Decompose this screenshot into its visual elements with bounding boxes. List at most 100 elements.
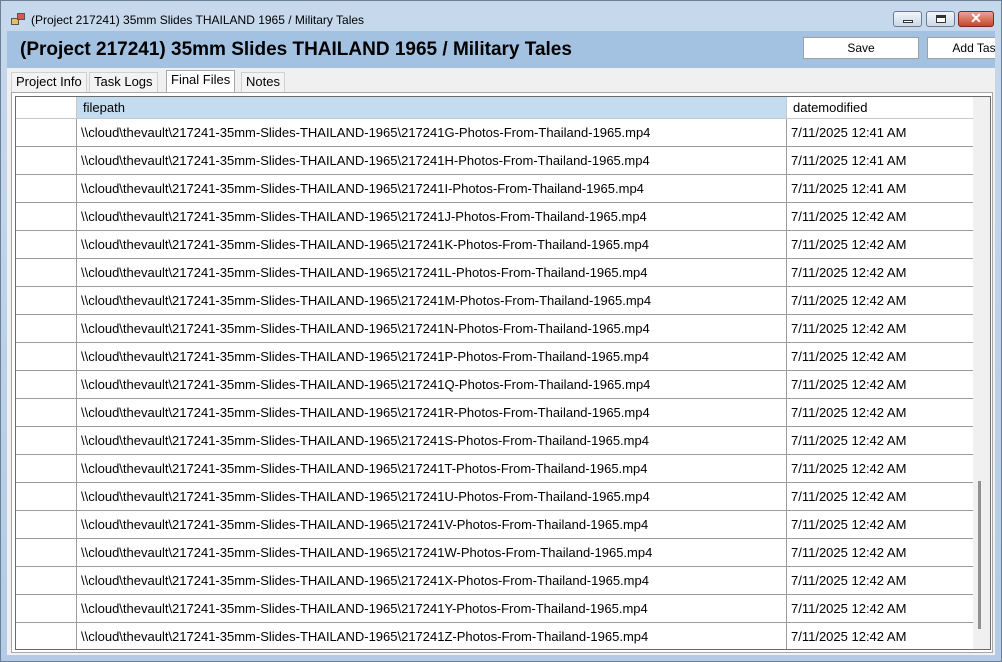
grid-rows: \\cloud\thevault\217241-35mm-Slides-THAI… <box>16 119 974 649</box>
tab-final-files[interactable]: Final Files <box>166 70 236 93</box>
row-header[interactable] <box>16 287 77 315</box>
filepath-cell[interactable]: \\cloud\thevault\217241-35mm-Slides-THAI… <box>77 399 787 427</box>
datemodified-cell[interactable]: 7/11/2025 12:42 AM <box>787 203 974 231</box>
datemodified-cell[interactable]: 7/11/2025 12:42 AM <box>787 427 974 455</box>
datemodified-cell[interactable]: 7/11/2025 12:42 AM <box>787 287 974 315</box>
vertical-scrollbar[interactable] <box>973 97 990 649</box>
row-header[interactable] <box>16 175 77 203</box>
row-header[interactable] <box>16 119 77 147</box>
project-header: (Project 217241) 35mm Slides THAILAND 19… <box>7 31 995 68</box>
filepath-cell[interactable]: \\cloud\thevault\217241-35mm-Slides-THAI… <box>77 539 787 567</box>
close-icon: ✕ <box>970 10 982 26</box>
grid-header: filepath datemodified <box>16 97 974 119</box>
column-header-filepath[interactable]: filepath <box>77 97 787 119</box>
filepath-cell[interactable]: \\cloud\thevault\217241-35mm-Slides-THAI… <box>77 567 787 595</box>
table-row[interactable]: \\cloud\thevault\217241-35mm-Slides-THAI… <box>16 119 974 147</box>
filepath-cell[interactable]: \\cloud\thevault\217241-35mm-Slides-THAI… <box>77 371 787 399</box>
page-title: (Project 217241) 35mm Slides THAILAND 19… <box>20 39 572 60</box>
table-row[interactable]: \\cloud\thevault\217241-35mm-Slides-THAI… <box>16 455 974 483</box>
scrollbar-thumb[interactable] <box>978 481 981 629</box>
row-header[interactable] <box>16 231 77 259</box>
app-icon <box>11 13 25 25</box>
row-header[interactable] <box>16 371 77 399</box>
datemodified-cell[interactable]: 7/11/2025 12:42 AM <box>787 511 974 539</box>
table-row[interactable]: \\cloud\thevault\217241-35mm-Slides-THAI… <box>16 231 974 259</box>
filepath-cell[interactable]: \\cloud\thevault\217241-35mm-Slides-THAI… <box>77 231 787 259</box>
filepath-cell[interactable]: \\cloud\thevault\217241-35mm-Slides-THAI… <box>77 595 787 623</box>
row-header[interactable] <box>16 455 77 483</box>
table-row[interactable]: \\cloud\thevault\217241-35mm-Slides-THAI… <box>16 287 974 315</box>
row-header[interactable] <box>16 399 77 427</box>
minimize-button[interactable] <box>893 11 922 27</box>
datemodified-cell[interactable]: 7/11/2025 12:42 AM <box>787 455 974 483</box>
filepath-cell[interactable]: \\cloud\thevault\217241-35mm-Slides-THAI… <box>77 343 787 371</box>
datemodified-cell[interactable]: 7/11/2025 12:41 AM <box>787 119 974 147</box>
minimize-icon <box>903 20 913 23</box>
row-header[interactable] <box>16 539 77 567</box>
row-header[interactable] <box>16 567 77 595</box>
close-button[interactable]: ✕ <box>958 10 994 27</box>
row-header[interactable] <box>16 343 77 371</box>
row-header[interactable] <box>16 315 77 343</box>
maximize-button[interactable] <box>926 11 955 27</box>
datemodified-cell[interactable]: 7/11/2025 12:42 AM <box>787 231 974 259</box>
datemodified-cell[interactable]: 7/11/2025 12:42 AM <box>787 567 974 595</box>
row-header[interactable] <box>16 595 77 623</box>
filepath-cell[interactable]: \\cloud\thevault\217241-35mm-Slides-THAI… <box>77 455 787 483</box>
table-row[interactable]: \\cloud\thevault\217241-35mm-Slides-THAI… <box>16 315 974 343</box>
datemodified-cell[interactable]: 7/11/2025 12:42 AM <box>787 623 974 649</box>
filepath-cell[interactable]: \\cloud\thevault\217241-35mm-Slides-THAI… <box>77 315 787 343</box>
add-task-button[interactable]: Add Task <box>927 37 995 59</box>
datemodified-cell[interactable]: 7/11/2025 12:41 AM <box>787 147 974 175</box>
filepath-cell[interactable]: \\cloud\thevault\217241-35mm-Slides-THAI… <box>77 623 787 649</box>
table-row[interactable]: \\cloud\thevault\217241-35mm-Slides-THAI… <box>16 175 974 203</box>
filepath-cell[interactable]: \\cloud\thevault\217241-35mm-Slides-THAI… <box>77 147 787 175</box>
table-row[interactable]: \\cloud\thevault\217241-35mm-Slides-THAI… <box>16 343 974 371</box>
filepath-cell[interactable]: \\cloud\thevault\217241-35mm-Slides-THAI… <box>77 119 787 147</box>
table-row[interactable]: \\cloud\thevault\217241-35mm-Slides-THAI… <box>16 567 974 595</box>
table-row[interactable]: \\cloud\thevault\217241-35mm-Slides-THAI… <box>16 511 974 539</box>
datemodified-cell[interactable]: 7/11/2025 12:42 AM <box>787 539 974 567</box>
datemodified-cell[interactable]: 7/11/2025 12:42 AM <box>787 343 974 371</box>
datemodified-cell[interactable]: 7/11/2025 12:42 AM <box>787 483 974 511</box>
tab-task-logs[interactable]: Task Logs <box>89 72 158 92</box>
datemodified-cell[interactable]: 7/11/2025 12:42 AM <box>787 371 974 399</box>
filepath-cell[interactable]: \\cloud\thevault\217241-35mm-Slides-THAI… <box>77 427 787 455</box>
row-header[interactable] <box>16 427 77 455</box>
table-row[interactable]: \\cloud\thevault\217241-35mm-Slides-THAI… <box>16 539 974 567</box>
filepath-cell[interactable]: \\cloud\thevault\217241-35mm-Slides-THAI… <box>77 511 787 539</box>
filepath-cell[interactable]: \\cloud\thevault\217241-35mm-Slides-THAI… <box>77 175 787 203</box>
datemodified-cell[interactable]: 7/11/2025 12:42 AM <box>787 315 974 343</box>
save-button[interactable]: Save <box>803 37 919 59</box>
table-row[interactable]: \\cloud\thevault\217241-35mm-Slides-THAI… <box>16 371 974 399</box>
row-header[interactable] <box>16 483 77 511</box>
table-row[interactable]: \\cloud\thevault\217241-35mm-Slides-THAI… <box>16 427 974 455</box>
tab-notes[interactable]: Notes <box>241 72 285 92</box>
table-row[interactable]: \\cloud\thevault\217241-35mm-Slides-THAI… <box>16 483 974 511</box>
filepath-cell[interactable]: \\cloud\thevault\217241-35mm-Slides-THAI… <box>77 483 787 511</box>
column-header-datemodified[interactable]: datemodified <box>787 97 974 119</box>
table-row[interactable]: \\cloud\thevault\217241-35mm-Slides-THAI… <box>16 203 974 231</box>
filepath-cell[interactable]: \\cloud\thevault\217241-35mm-Slides-THAI… <box>77 287 787 315</box>
datemodified-cell[interactable]: 7/11/2025 12:41 AM <box>787 175 974 203</box>
datemodified-cell[interactable]: 7/11/2025 12:42 AM <box>787 259 974 287</box>
table-row[interactable]: \\cloud\thevault\217241-35mm-Slides-THAI… <box>16 147 974 175</box>
datemodified-cell[interactable]: 7/11/2025 12:42 AM <box>787 399 974 427</box>
row-header[interactable] <box>16 147 77 175</box>
final-files-panel: filepath datemodified \\cloud\thevault\2… <box>11 92 993 653</box>
tab-project-info[interactable]: Project Info <box>11 72 87 92</box>
datemodified-cell[interactable]: 7/11/2025 12:42 AM <box>787 595 974 623</box>
table-row[interactable]: \\cloud\thevault\217241-35mm-Slides-THAI… <box>16 399 974 427</box>
table-row[interactable]: \\cloud\thevault\217241-35mm-Slides-THAI… <box>16 623 974 649</box>
row-header[interactable] <box>16 511 77 539</box>
files-grid[interactable]: filepath datemodified \\cloud\thevault\2… <box>15 96 991 650</box>
row-header[interactable] <box>16 203 77 231</box>
table-row[interactable]: \\cloud\thevault\217241-35mm-Slides-THAI… <box>16 259 974 287</box>
row-header[interactable] <box>16 259 77 287</box>
filepath-cell[interactable]: \\cloud\thevault\217241-35mm-Slides-THAI… <box>77 203 787 231</box>
table-row[interactable]: \\cloud\thevault\217241-35mm-Slides-THAI… <box>16 595 974 623</box>
filepath-cell[interactable]: \\cloud\thevault\217241-35mm-Slides-THAI… <box>77 259 787 287</box>
app-window: (Project 217241) 35mm Slides THAILAND 19… <box>0 0 1002 662</box>
grid-corner-header[interactable] <box>16 97 77 119</box>
row-header[interactable] <box>16 623 77 649</box>
